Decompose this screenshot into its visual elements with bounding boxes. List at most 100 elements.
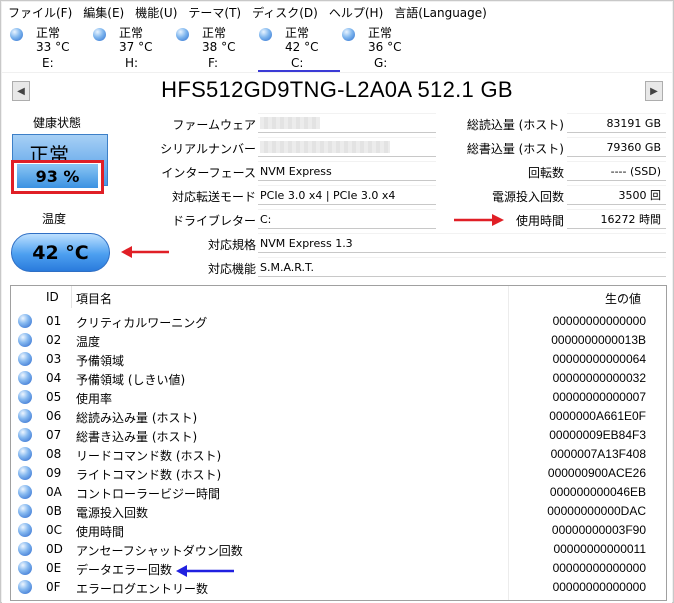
rotation-field: ---- (SSD) (567, 161, 666, 181)
table-row[interactable]: 0C 使用時間 00000000003F90 (11, 521, 666, 540)
row-name: 使用率 (76, 392, 113, 406)
column-header-name[interactable]: 項目名 (76, 290, 112, 307)
column-divider (71, 286, 72, 308)
drive-tab-c[interactable]: 正常 42 °C C: (257, 24, 340, 72)
drive-letter: E: (42, 56, 54, 70)
smart-table[interactable]: ID 項目名 生の値 01 クリティカルワーニング 00000000000000 0… (10, 285, 667, 601)
table-row[interactable]: 08 リードコマンド数 (ホスト) 0000007A13F408 (11, 445, 666, 464)
drive-tab-e[interactable]: 正常 33 °C E: (8, 24, 88, 70)
status-ball-icon (93, 28, 106, 41)
menu-bar: ファイル(F) 編集(E) 機能(U) テーマ(T) ディスク(D) ヘルプ(H… (2, 2, 672, 22)
status-ball-icon (18, 409, 32, 423)
row-id: 01 (46, 314, 62, 328)
status-ball-icon (18, 466, 32, 480)
next-disk-button[interactable]: ▶ (645, 81, 663, 101)
menu-edit[interactable]: 編集(E) (83, 4, 124, 21)
table-row[interactable]: 06 総読み込み量 (ホスト) 0000000A661E0F (11, 407, 666, 426)
drive-tab-g[interactable]: 正常 36 °C G: (340, 24, 420, 70)
redacted-value (260, 141, 390, 153)
menu-language[interactable]: 言語(Language) (394, 4, 487, 21)
temperature-value[interactable]: 42 °C (11, 233, 110, 272)
table-row[interactable]: 01 クリティカルワーニング 00000000000000 (11, 312, 666, 331)
power-count-label: 電源投入回数 (491, 190, 564, 204)
row-id: 03 (46, 352, 62, 366)
status-ball-icon (18, 333, 32, 347)
status-ball-icon (259, 28, 272, 41)
table-row[interactable]: 02 温度 0000000000013B (11, 331, 666, 350)
row-raw-value: 00000000000000 (552, 561, 646, 575)
column-header-raw[interactable]: 生の値 (605, 290, 641, 307)
drive-temp: 37 °C (119, 40, 153, 54)
status-ball-icon (18, 485, 32, 499)
temperature-label: 温度 (42, 212, 67, 226)
drive-status: 正常 (202, 26, 227, 40)
row-id: 0C (46, 523, 63, 537)
host-reads-label: 総読込量 (ホスト) (466, 118, 564, 132)
menu-disk[interactable]: ディスク(D) (252, 4, 318, 21)
row-name: 電源投入回数 (76, 506, 149, 520)
features-field: S.M.A.R.T. (258, 257, 666, 277)
red-arrow-icon (454, 214, 504, 226)
host-writes-field: 79360 GB (567, 137, 666, 157)
standard-label: 対応規格 (207, 238, 256, 252)
row-name: 総書き込み量 (ホスト) (76, 430, 198, 444)
menu-function[interactable]: 機能(U) (135, 4, 177, 21)
row-raw-value: 000000000046EB (549, 485, 646, 499)
row-id: 07 (46, 428, 62, 442)
drive-status: 正常 (368, 26, 393, 40)
row-id: 04 (46, 371, 62, 385)
health-label: 健康状態 (33, 116, 82, 130)
drive-status: 正常 (119, 26, 144, 40)
menu-help[interactable]: ヘルプ(H) (329, 4, 383, 21)
app-window: ファイル(F) 編集(E) 機能(U) テーマ(T) ディスク(D) ヘルプ(H… (0, 0, 674, 603)
row-raw-value: 00000000000000 (552, 314, 646, 328)
row-name: 予備領域 (76, 354, 125, 368)
rotation-label: 回転数 (527, 166, 564, 180)
table-row[interactable]: 0F エラーログエントリー数 00000000000000 (11, 578, 666, 597)
status-ball-icon (10, 28, 23, 41)
drive-tab-h[interactable]: 正常 37 °C H: (91, 24, 171, 70)
status-ball-icon (18, 542, 32, 556)
row-name: データエラー回数 (76, 563, 173, 577)
row-raw-value: 000000900ACE26 (547, 466, 646, 480)
menu-theme[interactable]: テーマ(T) (188, 4, 241, 21)
features-label: 対応機能 (207, 262, 256, 276)
drive-tab-f[interactable]: 正常 38 °C F: (174, 24, 254, 70)
table-row[interactable]: 07 総書き込み量 (ホスト) 00000009EB84F3 (11, 426, 666, 445)
transfer-mode-label: 対応転送モード (171, 190, 256, 204)
row-name: ライトコマンド数 (ホスト) (76, 468, 222, 482)
status-ball-icon (18, 447, 32, 461)
row-name: リードコマンド数 (ホスト) (76, 449, 222, 463)
row-id: 0B (46, 504, 62, 518)
drive-temp: 42 °C (285, 40, 319, 54)
drive-status: 正常 (36, 26, 61, 40)
row-id: 02 (46, 333, 62, 347)
interface-label: インターフェース (161, 166, 256, 180)
table-row[interactable]: 0A コントローラービジー時間 000000000046EB (11, 483, 666, 502)
table-row[interactable]: 0B 電源投入回数 00000000000DAC (11, 502, 666, 521)
table-header: ID 項目名 生の値 (11, 286, 666, 308)
table-row[interactable]: 09 ライトコマンド数 (ホスト) 000000900ACE26 (11, 464, 666, 483)
menu-file[interactable]: ファイル(F) (8, 4, 72, 21)
row-name: クリティカルワーニング (76, 316, 208, 330)
table-row[interactable]: 05 使用率 00000000000007 (11, 388, 666, 407)
status-ball-icon (18, 371, 32, 385)
status-ball-icon (18, 523, 32, 537)
row-name: 温度 (76, 335, 101, 349)
row-id: 09 (46, 466, 62, 480)
table-row[interactable]: 03 予備領域 00000000000064 (11, 350, 666, 369)
row-raw-value: 0000000000013B (551, 333, 646, 347)
drive-letter-label: ドライブレター (171, 214, 256, 228)
table-row[interactable]: 0D アンセーフシャットダウン回数 00000000000011 (11, 540, 666, 559)
main-panel: ◀ HFS512GD9TNG-L2A0A 512.1 GB ▶ 健康状態 正常 … (2, 73, 672, 603)
row-raw-value: 0000007A13F408 (550, 447, 646, 461)
health-percent: 93 % (17, 164, 98, 188)
status-ball-icon (18, 561, 32, 575)
table-row[interactable]: 0E データエラー回数 00000000000000 (11, 559, 666, 578)
row-name: 使用時間 (76, 525, 125, 539)
status-ball-icon (18, 428, 32, 442)
column-header-id[interactable]: ID (46, 290, 59, 304)
table-row[interactable]: 04 予備領域 (しきい値) 00000000000032 (11, 369, 666, 388)
interface-field: NVM Express (258, 161, 436, 181)
row-raw-value: 00000000000032 (552, 371, 646, 385)
